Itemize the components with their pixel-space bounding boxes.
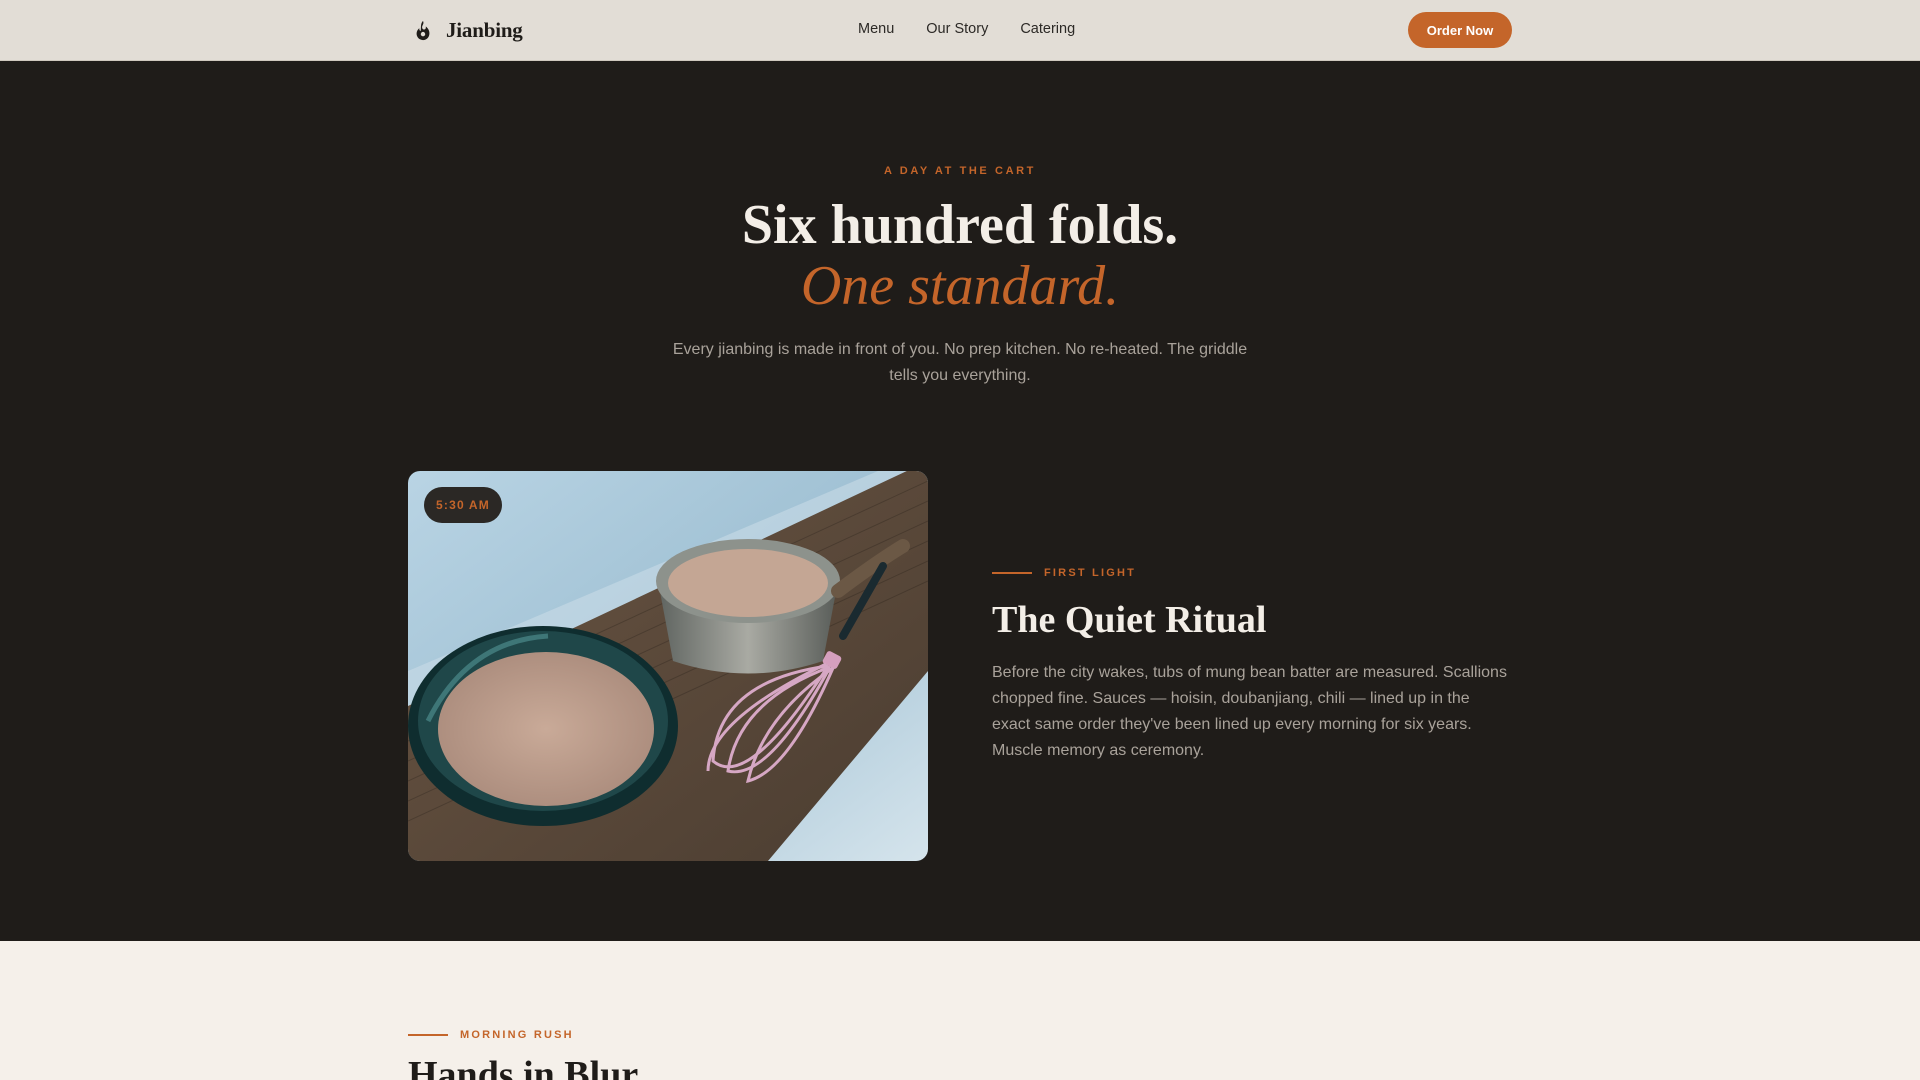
hero-title: Six hundred folds.	[741, 194, 1179, 256]
brand-name: Jianbing	[446, 17, 523, 42]
order-now-button[interactable]: Order Now	[1408, 12, 1512, 48]
photo-illustration	[408, 471, 928, 861]
section2-eyebrow: MORNING RUSH	[408, 1029, 574, 1041]
hero-section: A DAY AT THE CART Six hundred folds. One…	[0, 61, 1920, 941]
feature-body: Before the city wakes, tubs of mung bean…	[992, 664, 1507, 759]
hero-subtitle: Every jianbing is made in front of you. …	[672, 341, 1248, 384]
hero-title-accent: One standard.	[800, 255, 1120, 317]
time-badge: 5:30 AM	[424, 487, 502, 523]
flame-icon	[416, 20, 430, 41]
brand-logo[interactable]: Jianbing	[412, 15, 523, 45]
nav-link-catering[interactable]: Catering	[1020, 21, 1075, 37]
feature-title: The Quiet Ritual	[992, 599, 1267, 641]
nav-link-our-story[interactable]: Our Story	[926, 21, 988, 37]
section2-eyebrow-label: MORNING RUSH	[460, 1029, 574, 1041]
hero-kicker: A DAY AT THE CART	[884, 165, 1036, 177]
eyebrow-divider	[408, 1034, 448, 1036]
nav-links: Menu Our Story Catering	[858, 21, 1075, 37]
batter-whisk-photo	[408, 471, 928, 861]
eyebrow-divider	[992, 572, 1032, 574]
section2-title: Hands in Blur	[408, 1054, 639, 1080]
nav-link-menu[interactable]: Menu	[858, 21, 894, 37]
feature-eyebrow: FIRST LIGHT	[992, 567, 1136, 579]
morning-rush-section: MORNING RUSH Hands in Blur	[0, 941, 1920, 1080]
top-navbar: Jianbing Menu Our Story Catering Order N…	[0, 0, 1920, 61]
feature-eyebrow-label: FIRST LIGHT	[1044, 567, 1137, 579]
